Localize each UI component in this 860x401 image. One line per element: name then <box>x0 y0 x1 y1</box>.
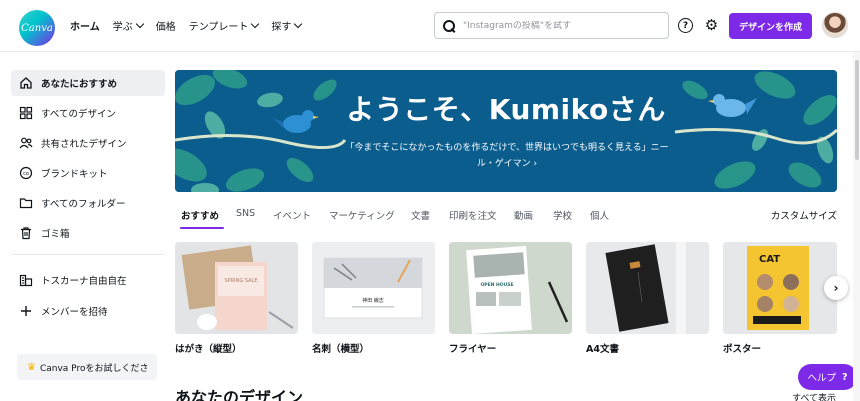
sidebar-item-label: すべてのデザイン <box>41 109 116 120</box>
sidebar-item-invite[interactable]: メンバーを招待 <box>11 298 165 324</box>
chevron-down-icon <box>251 19 260 29</box>
nav-templates-label: テンプレート <box>188 22 249 33</box>
team-icon <box>19 273 33 287</box>
logo-text: Canva <box>21 22 53 34</box>
tab-events[interactable]: イベント <box>273 208 311 222</box>
top-header: Canva ホーム 学ぶ 価格 テンプレート 探す ? ⚙ デザインを作成 <box>0 0 860 52</box>
nav-discover[interactable]: 探す <box>271 18 303 33</box>
card-label-business-card[interactable]: 名刺（横型） <box>312 341 369 355</box>
nav-learn[interactable]: 学ぶ <box>112 18 144 33</box>
tab-sns[interactable]: SNS <box>236 208 255 219</box>
tab-marketing[interactable]: マーケティング <box>329 208 395 222</box>
sidebar-item-all-designs[interactable]: すべてのデザイン <box>11 100 165 126</box>
people-icon <box>19 136 33 150</box>
nav-learn-label: 学ぶ <box>112 22 133 33</box>
tab-personal[interactable]: 個人 <box>590 208 609 222</box>
tab-video[interactable]: 動画 <box>514 208 533 222</box>
your-designs-heading: あなたのデザイン <box>175 388 304 401</box>
sidebar-item-trash[interactable]: ゴミ箱 <box>11 220 165 246</box>
canva-logo[interactable]: Canva <box>19 10 55 46</box>
sidebar: あなたにおすすめ すべてのデザイン 共有されたデザイン co ブランドキット す… <box>0 52 174 401</box>
avatar[interactable] <box>822 12 848 38</box>
category-tabs: おすすめ SNS イベント マーケティング 文書 印刷を注文 動画 学校 個人 … <box>175 205 837 229</box>
tab-documents[interactable]: 文書 <box>411 208 430 222</box>
sidebar-item-label: 共有されたデザイン <box>41 139 127 150</box>
help-button-label: ヘルプ <box>807 373 836 384</box>
sidebar-item-label: トスカーナ自由自在 <box>41 276 127 287</box>
welcome-banner: ようこそ、Kumikoさん 「今までそこになかったものを作るだけで、世界はいつで… <box>175 70 837 192</box>
sidebar-divider <box>11 254 165 255</box>
gear-icon[interactable]: ⚙ <box>704 18 719 33</box>
flyer-thumbnail: OPEN HOUSE <box>449 242 572 334</box>
postcard-thumbnail: SPRING SALE <box>175 242 298 334</box>
help-icon[interactable]: ? <box>678 18 693 33</box>
sidebar-item-label: あなたにおすすめ <box>41 79 118 90</box>
create-design-button[interactable]: デザインを作成 <box>729 13 812 39</box>
try-pro-label: Canva Proをお試しくださ <box>39 363 149 374</box>
card-label-poster[interactable]: ポスター <box>723 341 761 355</box>
main-nav: ホーム 学ぶ 価格 テンプレート 探す <box>70 18 314 33</box>
sidebar-item-folders[interactable]: すべてのフォルダー <box>11 190 165 216</box>
try-canva-pro-button[interactable]: ♛ Canva Proをお試しくださ <box>17 354 157 380</box>
sidebar-item-label: ブランドキット <box>41 169 108 180</box>
carousel-next-button[interactable]: › <box>824 276 848 300</box>
sidebar-item-label: ゴミ箱 <box>41 229 70 240</box>
sidebar-item-label: すべてのフォルダー <box>41 199 126 210</box>
tab-recommended[interactable]: おすすめ <box>181 208 219 222</box>
a4-document-thumbnail <box>586 242 709 334</box>
folder-icon <box>19 196 33 210</box>
template-card-flyer[interactable]: OPEN HOUSE <box>449 242 572 334</box>
tab-print[interactable]: 印刷を注文 <box>449 208 497 222</box>
nav-templates[interactable]: テンプレート <box>188 18 260 33</box>
scrollbar-thumb[interactable] <box>855 60 859 160</box>
tab-school[interactable]: 学校 <box>553 208 572 222</box>
crown-icon: ♛ <box>27 361 36 373</box>
chevron-down-icon <box>294 19 303 29</box>
nav-home-label: ホーム <box>70 22 100 33</box>
sidebar-item-for-you[interactable]: あなたにおすすめ <box>11 70 165 96</box>
sidebar-item-team[interactable]: トスカーナ自由自在 <box>11 267 165 293</box>
poster-thumbnail: CAT <box>723 242 837 334</box>
home-icon <box>19 76 33 90</box>
trash-icon <box>19 226 33 240</box>
create-design-label: デザインを作成 <box>738 22 802 33</box>
question-icon: ? <box>842 371 848 383</box>
sidebar-item-label: メンバーを招待 <box>41 307 108 318</box>
help-icon-text: ? <box>682 20 689 31</box>
nav-discover-label: 探す <box>271 22 292 33</box>
welcome-quote-link[interactable]: 「今までそこになかったものを作るだけで、世界はいつでも明るく見える」ニール・ゲイ… <box>343 140 671 172</box>
sidebar-item-shared[interactable]: 共有されたデザイン <box>11 130 165 156</box>
help-button[interactable]: ヘルプ ? <box>798 364 857 390</box>
plus-icon <box>19 304 33 318</box>
template-card-a4-document[interactable] <box>586 242 709 334</box>
search-input[interactable] <box>463 20 663 31</box>
business-card-thumb-text: 神田 織志 <box>362 297 384 304</box>
card-label-postcard[interactable]: はがき（縦型） <box>175 341 242 355</box>
card-label-a4-document[interactable]: A4文書 <box>586 341 619 355</box>
template-card-business-card[interactable]: 神田 織志 <box>312 242 435 334</box>
welcome-title: ようこそ、Kumikoさん <box>346 93 666 126</box>
sidebar-item-brand-kit[interactable]: co ブランドキット <box>11 160 165 186</box>
nav-home[interactable]: ホーム <box>70 18 100 33</box>
business-card-thumbnail: 神田 織志 <box>312 242 435 334</box>
template-card-poster[interactable]: CAT <box>723 242 837 334</box>
active-tab-indicator <box>180 227 224 229</box>
svg-text:co: co <box>23 171 29 177</box>
custom-size-link[interactable]: カスタムサイズ <box>771 208 837 222</box>
search-icon <box>443 19 455 32</box>
search-box[interactable] <box>434 12 669 39</box>
brand-kit-icon: co <box>19 166 33 180</box>
nav-pricing[interactable]: 価格 <box>156 18 176 33</box>
card-label-flyer[interactable]: フライヤー <box>449 341 496 355</box>
chevron-down-icon <box>135 19 144 29</box>
postcard-thumb-text: SPRING SALE <box>225 278 258 284</box>
flyer-thumb-text: OPEN HOUSE <box>480 282 513 288</box>
show-all-link[interactable]: すべて表示 <box>792 391 836 401</box>
nav-pricing-label: 価格 <box>155 22 176 33</box>
template-card-postcard[interactable]: SPRING SALE <box>175 242 298 334</box>
poster-thumb-text: CAT <box>759 254 780 265</box>
chevron-right-icon: › <box>833 281 839 295</box>
grid-icon <box>19 106 33 120</box>
